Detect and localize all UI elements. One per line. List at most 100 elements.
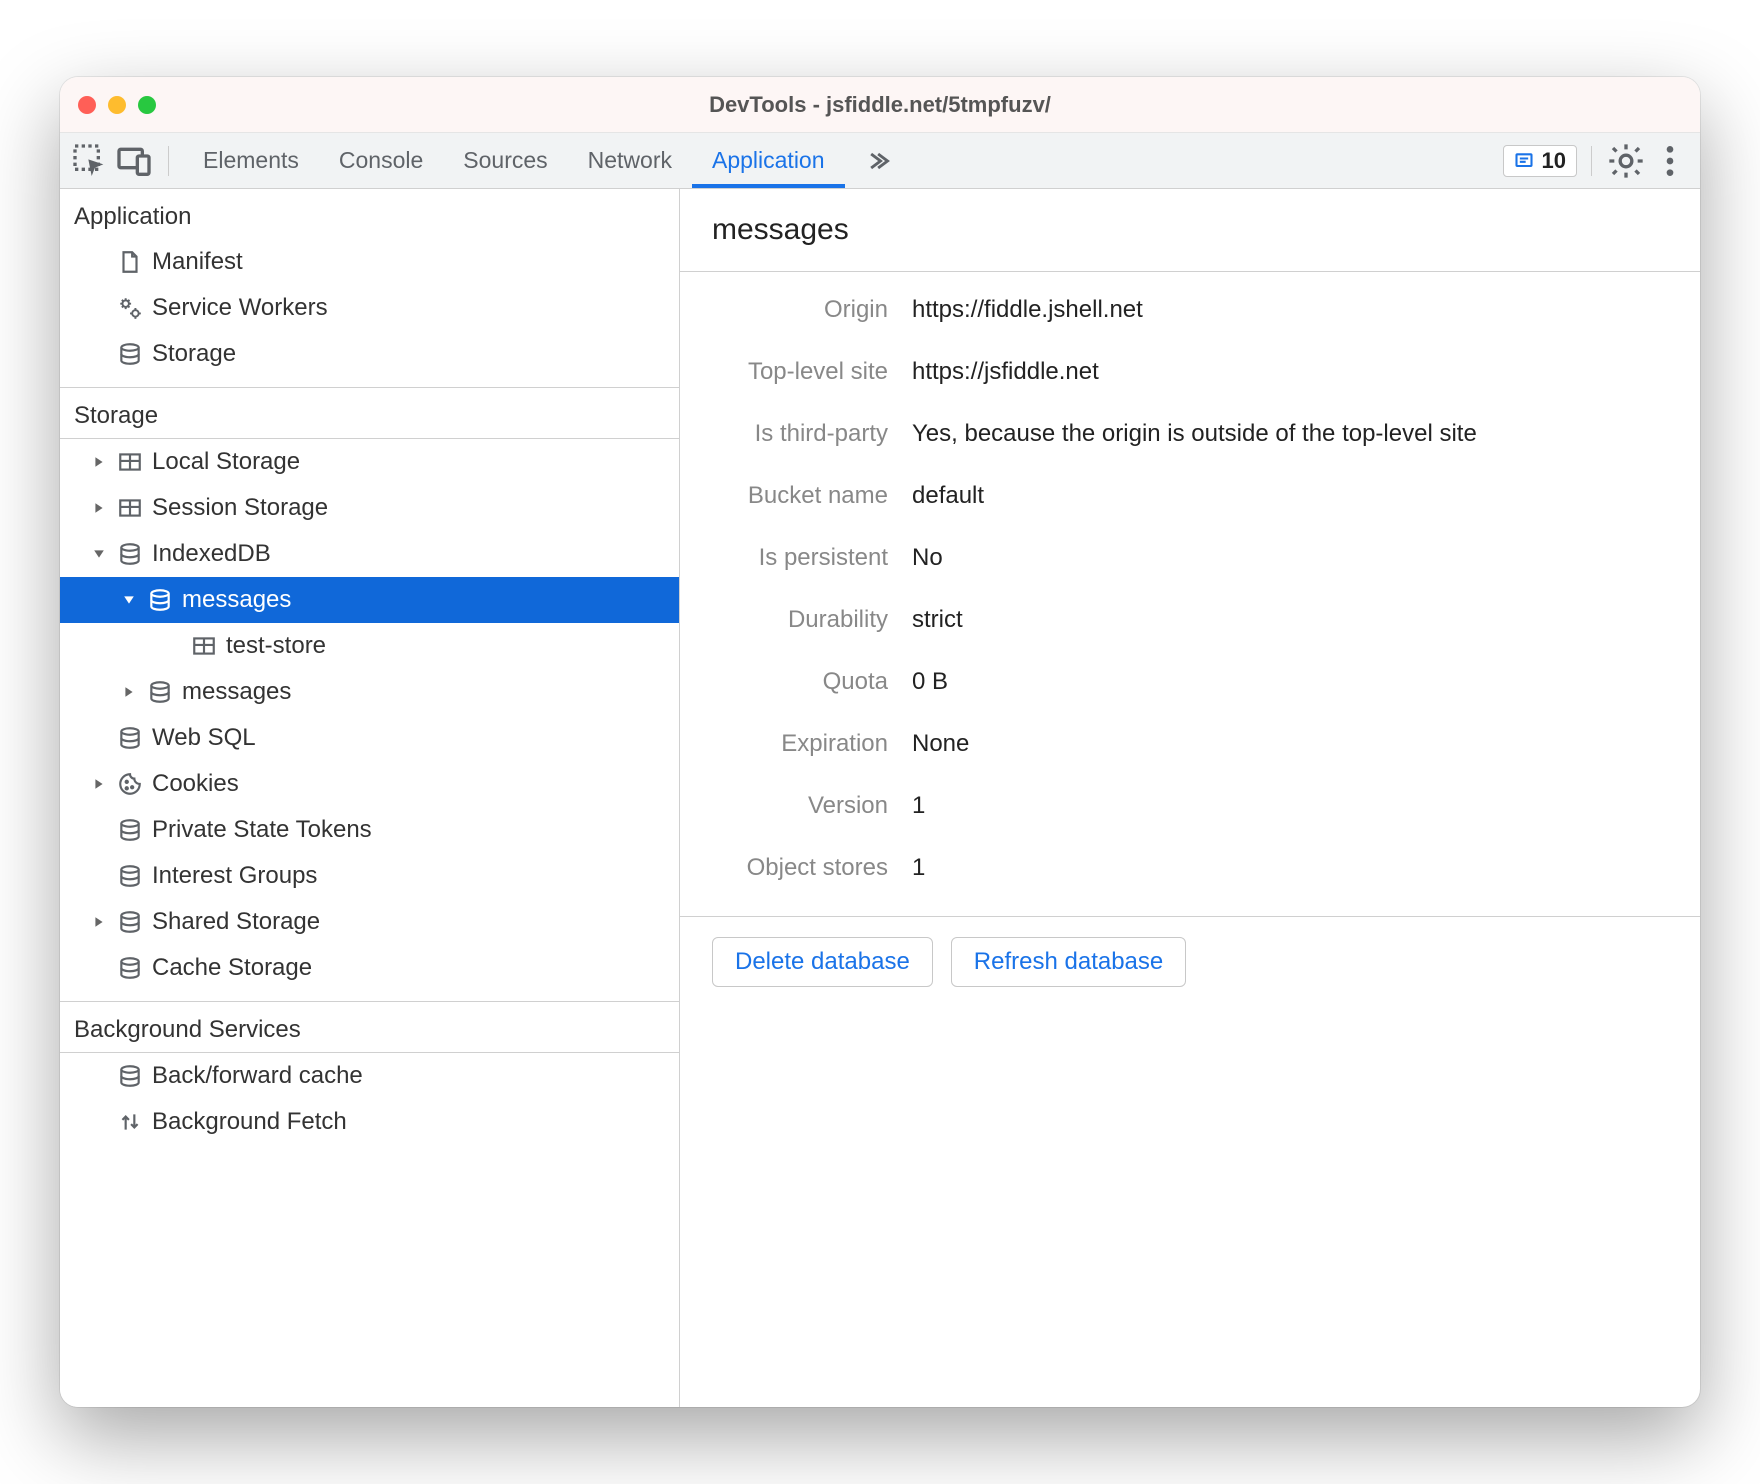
- property-row: Is persistentNo: [712, 544, 1668, 572]
- property-value: No: [912, 544, 1668, 572]
- tree-item-indexeddb[interactable]: IndexedDB: [60, 531, 679, 577]
- property-key: Top-level site: [712, 358, 912, 386]
- property-row: Is third-partyYes, because the origin is…: [712, 420, 1668, 448]
- tab-application[interactable]: Application: [692, 133, 845, 188]
- detail-title: messages: [680, 189, 1700, 272]
- disclosure-icon: [90, 778, 108, 790]
- inspect-element-icon[interactable]: [70, 141, 110, 181]
- db-icon: [116, 1062, 144, 1090]
- tree-item-label: Back/forward cache: [152, 1062, 363, 1090]
- cookie-icon: [116, 770, 144, 798]
- tree-background: Back/forward cache Background Fetch: [60, 1053, 679, 1155]
- updown-icon: [116, 1108, 144, 1136]
- disclosure-icon: [120, 686, 138, 698]
- sidebar-section-background: Background Services: [60, 1001, 679, 1053]
- device-toolbar-icon[interactable]: [114, 141, 154, 181]
- db-icon: [116, 816, 144, 844]
- tree-item-label: Private State Tokens: [152, 816, 372, 844]
- property-row: ExpirationNone: [712, 730, 1668, 758]
- tree-item-label: Local Storage: [152, 448, 300, 476]
- tab-elements[interactable]: Elements: [183, 133, 319, 188]
- sidebar: Application ManifestService WorkersStora…: [60, 189, 680, 1407]
- property-value: https://fiddle.jshell.net: [912, 296, 1668, 324]
- property-row: Object stores1: [712, 854, 1668, 882]
- tree-item-label: Storage: [152, 340, 236, 368]
- content: Application ManifestService WorkersStora…: [60, 189, 1700, 1407]
- db-icon: [146, 678, 174, 706]
- window-title: DevTools - jsfiddle.net/5tmpfuzv/: [60, 92, 1700, 118]
- tree-item-label: messages: [182, 678, 291, 706]
- property-key: Version: [712, 792, 912, 820]
- tree-item-label: Cache Storage: [152, 954, 312, 982]
- refresh-database-button[interactable]: Refresh database: [951, 937, 1186, 987]
- disclosure-icon: [90, 548, 108, 560]
- main-panel: messages Originhttps://fiddle.jshell.net…: [680, 189, 1700, 1407]
- db-icon: [116, 908, 144, 936]
- sidebar-section-storage: Storage: [60, 387, 679, 439]
- tab-console[interactable]: Console: [319, 133, 443, 188]
- devtools-window: DevTools - jsfiddle.net/5tmpfuzv/ Elemen…: [60, 77, 1700, 1407]
- more-tabs-button[interactable]: [849, 147, 905, 175]
- tree-item-label: Session Storage: [152, 494, 328, 522]
- table-icon: [116, 494, 144, 522]
- tree-item-test-store[interactable]: test-store: [60, 623, 679, 669]
- disclosure-icon: [90, 456, 108, 468]
- issues-count: 10: [1542, 148, 1566, 174]
- tree-item-label: Service Workers: [152, 294, 328, 322]
- close-window-button[interactable]: [78, 96, 96, 114]
- tab-network[interactable]: Network: [568, 133, 692, 188]
- tree-item-storage[interactable]: Storage: [60, 331, 679, 377]
- db-icon: [116, 540, 144, 568]
- property-row: Originhttps://fiddle.jshell.net: [712, 296, 1668, 324]
- db-icon: [116, 340, 144, 368]
- db-icon: [146, 586, 174, 614]
- tree-item-back-forward-cache[interactable]: Back/forward cache: [60, 1053, 679, 1099]
- property-value: Yes, because the origin is outside of th…: [912, 420, 1668, 448]
- tree-item-service-workers[interactable]: Service Workers: [60, 285, 679, 331]
- table-icon: [116, 448, 144, 476]
- gears-icon: [116, 294, 144, 322]
- devtools-toolbar: Elements Console Sources Network Applica…: [60, 133, 1700, 189]
- tree-item-cookies[interactable]: Cookies: [60, 761, 679, 807]
- property-row: Bucket namedefault: [712, 482, 1668, 510]
- tree-application: Manifest Service Workers Storage: [60, 239, 679, 387]
- maximize-window-button[interactable]: [138, 96, 156, 114]
- tree-item-messages[interactable]: messages: [60, 669, 679, 715]
- tab-sources[interactable]: Sources: [443, 133, 567, 188]
- tree-item-local-storage[interactable]: Local Storage: [60, 439, 679, 485]
- titlebar: DevTools - jsfiddle.net/5tmpfuzv/: [60, 77, 1700, 133]
- tree-item-label: Interest Groups: [152, 862, 317, 890]
- tree-item-shared-storage[interactable]: Shared Storage: [60, 899, 679, 945]
- property-value: strict: [912, 606, 1668, 634]
- property-value: 1: [912, 854, 1668, 882]
- detail-properties: Originhttps://fiddle.jshell.net Top-level…: [680, 272, 1700, 916]
- property-key: Bucket name: [712, 482, 912, 510]
- property-key: Object stores: [712, 854, 912, 882]
- delete-database-button[interactable]: Delete database: [712, 937, 933, 987]
- property-key: Is persistent: [712, 544, 912, 572]
- tree-item-session-storage[interactable]: Session Storage: [60, 485, 679, 531]
- property-row: Version1: [712, 792, 1668, 820]
- property-key: Quota: [712, 668, 912, 696]
- tree-item-messages[interactable]: messages: [60, 577, 679, 623]
- kebab-menu-icon[interactable]: [1650, 141, 1690, 181]
- tree-item-cache-storage[interactable]: Cache Storage: [60, 945, 679, 991]
- file-icon: [116, 248, 144, 276]
- tree-item-interest-groups[interactable]: Interest Groups: [60, 853, 679, 899]
- tree-item-private-state-tokens[interactable]: Private State Tokens: [60, 807, 679, 853]
- property-value: None: [912, 730, 1668, 758]
- tree-item-label: Manifest: [152, 248, 243, 276]
- tree-item-label: messages: [182, 586, 291, 614]
- minimize-window-button[interactable]: [108, 96, 126, 114]
- tree-item-web-sql[interactable]: Web SQL: [60, 715, 679, 761]
- tree-storage: Local Storage Session Storage IndexedDB mes…: [60, 439, 679, 1001]
- disclosure-icon: [120, 594, 138, 606]
- issues-badge[interactable]: 10: [1503, 145, 1577, 177]
- tree-item-label: IndexedDB: [152, 540, 271, 568]
- settings-icon[interactable]: [1606, 141, 1646, 181]
- toolbar-separator: [1591, 146, 1592, 176]
- tree-item-background-fetch[interactable]: Background Fetch: [60, 1099, 679, 1145]
- db-icon: [116, 954, 144, 982]
- tree-item-manifest[interactable]: Manifest: [60, 239, 679, 285]
- tree-item-label: Web SQL: [152, 724, 256, 752]
